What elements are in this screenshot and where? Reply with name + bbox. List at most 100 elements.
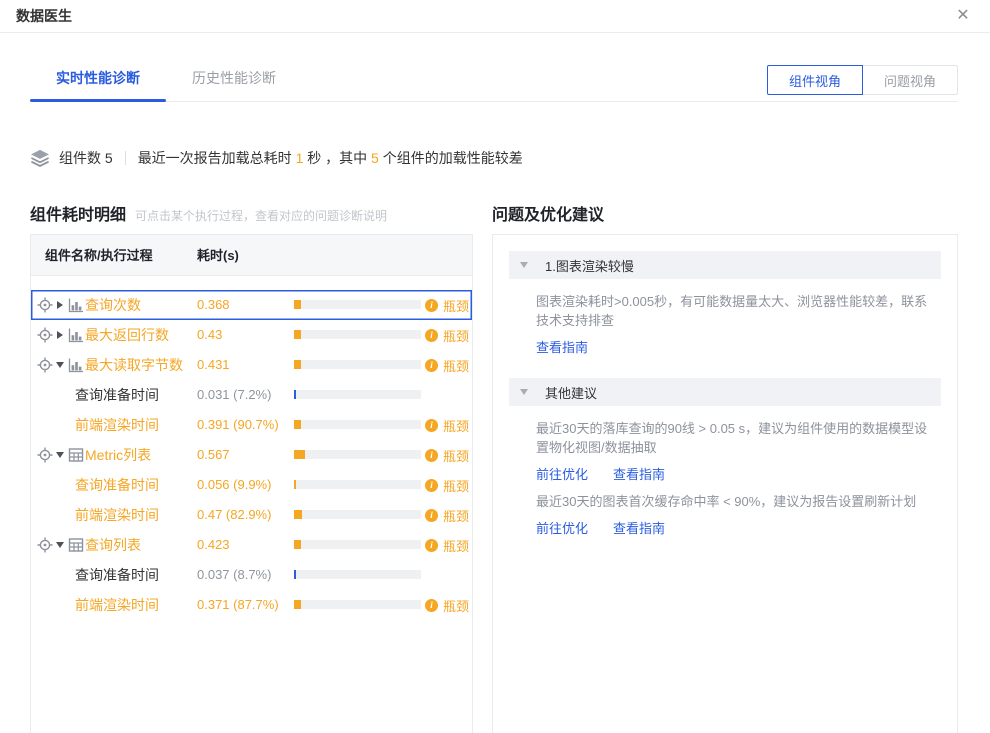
row-name[interactable]: 查询准备时间 [75, 470, 159, 500]
section-body: 最近30天的落库查询的90线 > 0.05 s，建议为组件使用的数据模型设置物化… [509, 406, 941, 537]
row-time: 0.056 (9.9%) [197, 470, 271, 500]
section-header[interactable]: 其他建议 [509, 378, 941, 406]
row-name[interactable]: 前端渲染时间 [75, 590, 159, 620]
row-name[interactable]: 前端渲染时间 [75, 500, 159, 530]
bottleneck-label: 瓶颈 [443, 416, 469, 435]
bottleneck-badge[interactable]: i 瓶颈 [425, 350, 469, 380]
row-duration-bar [294, 300, 421, 309]
summary-bar: 组件数 5 最近一次报告加载总耗时 1 秒 ，其中 5 个组件的加载性能较差 [30, 148, 960, 168]
row-duration-bar [294, 480, 421, 489]
collapse-caret-icon[interactable] [55, 450, 65, 460]
column-header-time: 耗时(s) [197, 235, 239, 276]
row-name[interactable]: 查询准备时间 [75, 380, 159, 410]
bottleneck-label: 瓶颈 [443, 476, 469, 495]
table-row[interactable]: 前端渲染时间 0.47 (82.9%) i 瓶颈 [31, 500, 472, 530]
chart-component-icon [68, 297, 84, 313]
row-name[interactable]: 前端渲染时间 [75, 410, 159, 440]
bottleneck-badge[interactable]: i 瓶颈 [425, 470, 469, 500]
chevron-down-icon [520, 389, 528, 395]
collapse-caret-icon[interactable] [55, 540, 65, 550]
tab-history-diagnosis[interactable]: 历史性能诊断 [166, 60, 302, 101]
table-row[interactable]: 前端渲染时间 0.371 (87.7%) i 瓶颈 [31, 590, 472, 620]
suggestion-item: 图表渲染耗时>0.005秒，有可能数据量太大、浏览器性能较差，联系技术支持排查查… [536, 292, 931, 356]
row-duration-bar [294, 510, 421, 519]
row-name[interactable]: 查询准备时间 [75, 560, 159, 590]
section-title: 其他建议 [545, 383, 597, 402]
row-name[interactable]: 最大读取字节数 [85, 350, 183, 380]
go-optimize-link[interactable]: 前往优化 [536, 518, 588, 537]
row-duration-bar [294, 570, 421, 579]
left-panel-title: 组件耗时明细 [30, 201, 126, 225]
collapse-caret-icon[interactable] [55, 360, 65, 370]
bottleneck-badge[interactable]: i 瓶颈 [425, 500, 469, 530]
table-row[interactable]: 查询准备时间 0.056 (9.9%) i 瓶颈 [31, 470, 472, 500]
bottleneck-badge[interactable]: i 瓶颈 [425, 530, 469, 560]
bottleneck-badge[interactable]: i 瓶颈 [425, 590, 469, 620]
locate-target-icon[interactable] [37, 357, 53, 373]
locate-target-icon[interactable] [37, 327, 53, 343]
info-icon: i [425, 509, 438, 522]
section-title: 1.图表渲染较慢 [545, 256, 634, 275]
row-time: 0.431 [197, 350, 230, 380]
main-columns: 组件耗时明细 可点击某个执行过程，查看对应的问题诊断说明 组件名称/执行过程 耗… [30, 201, 958, 733]
summary-segment: 个组件的加载性能较差 [379, 150, 523, 166]
section-body: 图表渲染耗时>0.005秒，有可能数据量太大、浏览器性能较差，联系技术支持排查查… [509, 279, 941, 356]
problem-view-button[interactable]: 问题视角 [862, 65, 958, 95]
row-duration-bar [294, 420, 421, 429]
bottleneck-label: 瓶颈 [443, 596, 469, 615]
locate-target-icon[interactable] [37, 297, 53, 313]
table-row[interactable]: 查询准备时间 0.031 (7.2%) i [31, 380, 472, 410]
row-name[interactable]: 查询次数 [85, 290, 141, 320]
close-icon[interactable]: ✕ [954, 7, 972, 25]
suggestion-text: 最近30天的落库查询的90线 > 0.05 s，建议为组件使用的数据模型设置物化… [536, 419, 931, 457]
go-optimize-link[interactable]: 前往优化 [536, 464, 588, 483]
bottleneck-badge[interactable]: i 瓶颈 [425, 440, 469, 470]
tab-realtime-diagnosis[interactable]: 实时性能诊断 [30, 60, 166, 101]
left-panel-hint: 可点击某个执行过程，查看对应的问题诊断说明 [135, 207, 387, 224]
timing-table: 组件名称/执行过程 耗时(s) 查询次数 0.368 i 瓶颈 [30, 234, 473, 733]
info-icon: i [425, 329, 438, 342]
expand-caret-icon[interactable] [55, 330, 65, 340]
info-icon: i [425, 539, 438, 552]
view-guide-link[interactable]: 查看指南 [536, 337, 588, 356]
chart-component-icon [68, 357, 84, 373]
summary-segment: 秒 ，其中 [303, 150, 371, 166]
suggestion-item: 最近30天的图表首次缓存命中率 < 90%，建议为报告设置刷新计划前往优化查看指… [536, 492, 931, 537]
section-header[interactable]: 1.图表渲染较慢 [509, 251, 941, 279]
bottleneck-badge[interactable]: i 瓶颈 [425, 410, 469, 440]
view-guide-link[interactable]: 查看指南 [613, 464, 665, 483]
component-view-button[interactable]: 组件视角 [767, 65, 863, 95]
table-row[interactable]: 查询准备时间 0.037 (8.7%) i [31, 560, 472, 590]
bottleneck-label: 瓶颈 [443, 296, 469, 315]
bottleneck-badge[interactable]: i 瓶颈 [425, 320, 469, 350]
table-component-icon [68, 537, 84, 553]
row-name[interactable]: 最大返回行数 [85, 320, 169, 350]
row-time: 0.391 (90.7%) [197, 410, 279, 440]
expand-caret-icon[interactable] [55, 300, 65, 310]
row-duration-bar [294, 450, 421, 459]
table-row[interactable]: Metric列表 0.567 i 瓶颈 [31, 440, 472, 470]
table-row[interactable]: 前端渲染时间 0.391 (90.7%) i 瓶颈 [31, 410, 472, 440]
row-name[interactable]: Metric列表 [85, 440, 151, 470]
bottleneck-label: 瓶颈 [443, 356, 469, 375]
suggestion-section: 1.图表渲染较慢 图表渲染耗时>0.005秒，有可能数据量太大、浏览器性能较差，… [509, 251, 941, 356]
suggestions-box: 1.图表渲染较慢 图表渲染耗时>0.005秒，有可能数据量太大、浏览器性能较差，… [492, 234, 958, 733]
table-row[interactable]: 查询列表 0.423 i 瓶颈 [31, 530, 472, 560]
row-time: 0.371 (87.7%) [197, 590, 279, 620]
tab-bar: 实时性能诊断 历史性能诊断 组件视角 问题视角 [30, 60, 958, 102]
bottleneck-label: 瓶颈 [443, 446, 469, 465]
row-time: 0.368 [197, 290, 230, 320]
table-row[interactable]: 最大读取字节数 0.431 i 瓶颈 [31, 350, 472, 380]
table-row[interactable]: 最大返回行数 0.43 i 瓶颈 [31, 320, 472, 350]
table-row[interactable]: 查询次数 0.368 i 瓶颈 [31, 290, 472, 320]
layers-icon [30, 149, 50, 167]
bottleneck-label: 瓶颈 [443, 506, 469, 525]
info-icon: i [425, 479, 438, 492]
suggestion-text: 图表渲染耗时>0.005秒，有可能数据量太大、浏览器性能较差，联系技术支持排查 [536, 292, 931, 330]
view-guide-link[interactable]: 查看指南 [613, 518, 665, 537]
data-doctor-dialog: 数据医生 ✕ 实时性能诊断 历史性能诊断 组件视角 问题视角 组件数 5 最近一… [0, 0, 990, 733]
bottleneck-badge[interactable]: i 瓶颈 [425, 290, 469, 320]
locate-target-icon[interactable] [37, 537, 53, 553]
row-name[interactable]: 查询列表 [85, 530, 141, 560]
locate-target-icon[interactable] [37, 447, 53, 463]
